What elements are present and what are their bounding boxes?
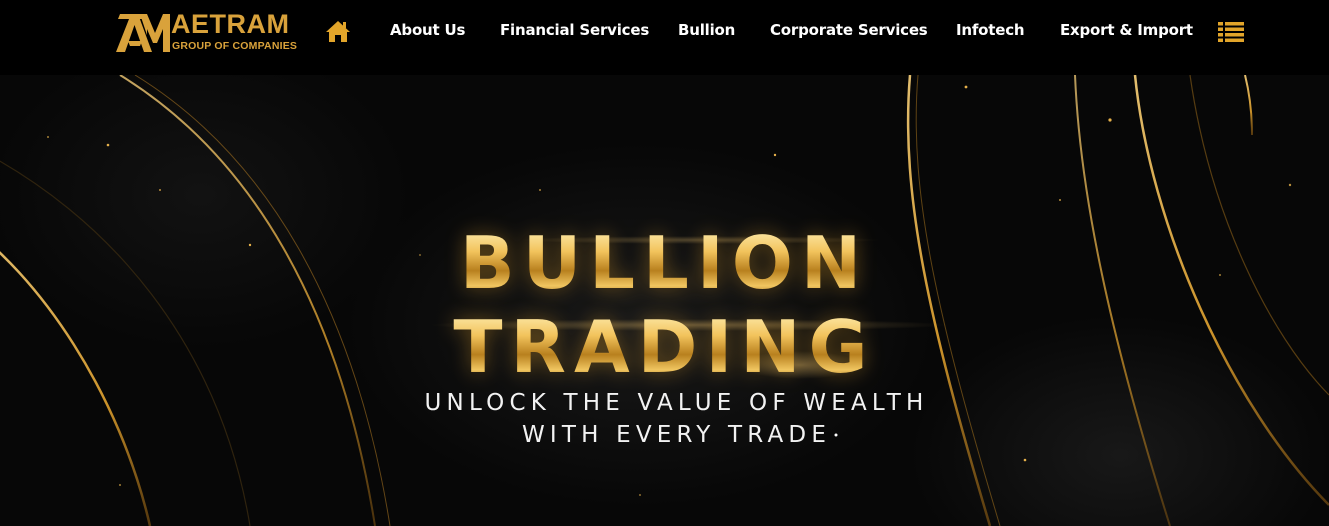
home-icon (326, 21, 350, 42)
nav-bullion[interactable]: Bullion (678, 20, 735, 40)
brand-logo[interactable]: AETRAM GROUP OF COMPANIES (114, 9, 314, 55)
menu-toggle-button[interactable] (1218, 21, 1244, 43)
nav-infotech[interactable]: Infotech (956, 20, 1025, 40)
hero-banner: BULLION TRADING UNLOCK THE VALUE OF WEAL… (0, 75, 1329, 526)
list-menu-icon (1218, 22, 1244, 42)
hero-subtitle-line2: WITH EVERY TRADE (521, 422, 832, 448)
aetram-logo-mark-icon (116, 14, 170, 52)
brand-tagline: GROUP OF COMPANIES (172, 40, 298, 52)
page: AETRAM GROUP OF COMPANIES About Us Finan… (0, 0, 1329, 526)
nav-about-us[interactable]: About Us (390, 20, 465, 40)
top-navbar: AETRAM GROUP OF COMPANIES About Us Finan… (0, 0, 1329, 75)
nav-export-import[interactable]: Export & Import (1060, 20, 1193, 40)
hero-subtitle-line1: UNLOCK THE VALUE OF WEALTH (424, 390, 929, 416)
hero-title-line2: TRADING (0, 309, 1329, 385)
hero-title-line1: BULLION (0, 225, 1329, 301)
nav-corporate-services[interactable]: Corporate Services (770, 20, 928, 40)
brand-name: AETRAM (171, 9, 290, 39)
nav-financial-services[interactable]: Financial Services (500, 20, 649, 40)
home-link[interactable] (325, 19, 351, 43)
